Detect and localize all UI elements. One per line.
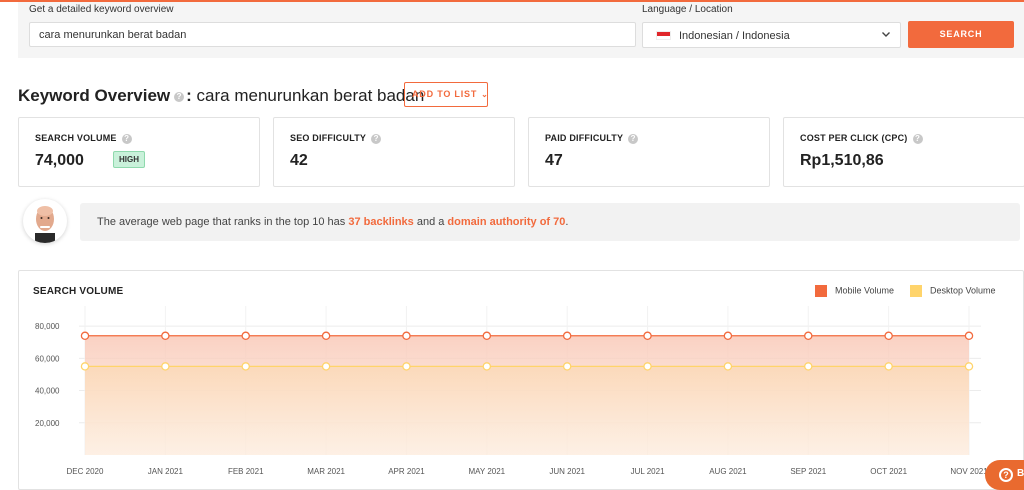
search-button[interactable]: SEARCH: [908, 21, 1014, 48]
help-fab-button[interactable]: ? B: [985, 460, 1024, 490]
mobile-volume-point: [562, 331, 572, 341]
metric-title: SEO DIFFICULTY?: [290, 133, 382, 144]
x-tick-label: AUG 2021: [709, 467, 747, 476]
x-tick-label: FEB 2021: [228, 467, 264, 476]
mobile-volume-point: [482, 331, 492, 341]
desktop-volume-point: [562, 362, 572, 371]
metric-card-paid-difficulty: PAID DIFFICULTY? 47: [528, 117, 770, 187]
tip-middle: and a: [413, 216, 448, 228]
mobile-volume-point: [321, 331, 331, 341]
desktop-volume-point: [643, 362, 652, 371]
metric-value: 74,000: [35, 152, 84, 169]
desktop-volume-point: [241, 362, 250, 371]
search-volume-chart-card: SEARCH VOLUME Mobile Volume Desktop Volu…: [18, 270, 1024, 490]
desktop-volume-point: [161, 362, 170, 371]
desktop-volume-area: [85, 366, 969, 455]
help-icon[interactable]: ?: [912, 133, 923, 144]
metric-value: 42: [290, 152, 308, 169]
language-location-select[interactable]: Indonesian / Indonesia: [642, 22, 901, 48]
desktop-volume-point: [402, 362, 411, 371]
help-icon[interactable]: ?: [174, 91, 185, 102]
add-to-list-label: ADD TO LIST: [412, 89, 478, 99]
metric-value: Rp1,510,86: [800, 152, 884, 169]
metric-title-text: SEARCH VOLUME: [35, 133, 117, 143]
y-tick-label: 20,000: [35, 419, 60, 428]
desktop-volume-point: [723, 362, 733, 371]
x-tick-label: DEC 2020: [67, 467, 104, 476]
help-icon[interactable]: ?: [371, 133, 382, 144]
x-tick-label: JUN 2021: [549, 467, 585, 476]
x-tick-label: NOV 2021: [950, 467, 988, 476]
metric-card-cpc: COST PER CLICK (CPC)? Rp1,510,86: [783, 117, 1024, 187]
metric-title: PAID DIFFICULTY?: [545, 133, 639, 144]
page-title: Keyword Overview?: cara menurunkan berat…: [18, 86, 424, 106]
mobile-volume-point: [402, 331, 411, 341]
help-icon[interactable]: ?: [628, 133, 639, 144]
mobile-volume-point: [884, 331, 893, 341]
chevron-down-icon: [882, 32, 890, 37]
keyword-input-label: Get a detailed keyword overview: [29, 4, 174, 15]
metric-card-seo-difficulty: SEO DIFFICULTY? 42: [273, 117, 515, 187]
add-to-list-button[interactable]: ADD TO LIST ⌄: [404, 82, 488, 107]
desktop-volume-point: [80, 362, 90, 371]
desktop-volume-point: [321, 362, 331, 371]
indonesia-flag-icon: [656, 31, 671, 40]
desktop-volume-point: [482, 362, 492, 371]
help-icon[interactable]: ?: [121, 133, 132, 144]
metric-title-text: COST PER CLICK (CPC): [800, 133, 908, 143]
backlinks-highlight: 37 backlinks: [348, 216, 414, 228]
volume-level-badge: HIGH: [113, 151, 145, 168]
x-tick-label: MAR 2021: [307, 467, 345, 476]
keyword-search-input[interactable]: cara menurunkan berat badan: [29, 22, 636, 47]
desktop-volume-point: [804, 362, 813, 371]
x-tick-label: OCT 2021: [870, 467, 907, 476]
help-circle-icon: ?: [999, 468, 1013, 482]
mobile-volume-point: [643, 331, 652, 341]
x-tick-label: JUL 2021: [631, 467, 666, 476]
mobile-volume-point: [241, 331, 250, 341]
mobile-volume-point: [964, 331, 974, 341]
y-tick-label: 40,000: [35, 387, 60, 396]
y-tick-label: 80,000: [35, 322, 60, 331]
mobile-volume-point: [161, 331, 170, 341]
help-fab-label: B: [1017, 468, 1024, 479]
metric-title-text: PAID DIFFICULTY: [545, 133, 624, 143]
x-tick-label: SEP 2021: [790, 467, 826, 476]
metric-title-text: SEO DIFFICULTY: [290, 133, 367, 143]
metric-title: SEARCH VOLUME?: [35, 133, 132, 144]
location-value: Indonesian / Indonesia: [679, 30, 790, 42]
x-tick-label: MAY 2021: [469, 467, 506, 476]
tip-prefix: The average web page that ranks in the t…: [97, 216, 349, 228]
metric-card-search-volume: SEARCH VOLUME? 74,000 HIGH: [18, 117, 260, 187]
title-separator: :: [186, 86, 192, 105]
metric-title: COST PER CLICK (CPC)?: [800, 133, 923, 144]
metric-value: 47: [545, 152, 563, 169]
backlinks-tip: The average web page that ranks in the t…: [80, 203, 1020, 241]
mobile-volume-point: [723, 331, 733, 341]
x-tick-label: APR 2021: [388, 467, 425, 476]
x-tick-label: JAN 2021: [148, 467, 184, 476]
mobile-volume-point: [804, 331, 813, 341]
overview-title: Keyword Overview: [18, 86, 171, 105]
y-tick-label: 60,000: [35, 354, 60, 363]
avatar: [23, 199, 67, 243]
search-volume-chart: 20,000 40,000 60,000 80,000 DEC 2020 JAN 2021…: [35, 306, 988, 476]
mobile-volume-point: [80, 331, 90, 341]
location-label: Language / Location: [642, 4, 733, 15]
desktop-volume-point: [964, 362, 974, 371]
desktop-volume-point: [884, 362, 893, 371]
tip-suffix: .: [565, 216, 569, 228]
chevron-down-icon: ⌄: [481, 90, 489, 99]
overview-keyword: cara menurunkan berat badan: [196, 86, 425, 105]
domain-authority-highlight: domain authority of 70: [447, 216, 566, 228]
